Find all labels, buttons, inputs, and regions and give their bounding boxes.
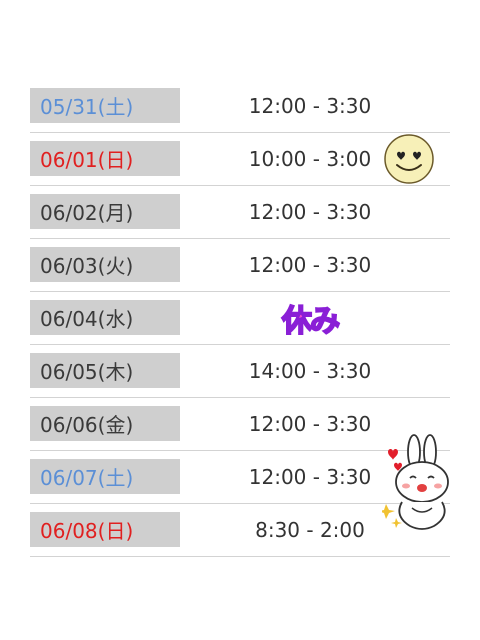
date-label: 06/05(木) <box>30 353 180 388</box>
time-range: 12:00 - 3:30 <box>248 412 372 436</box>
date-label: 06/03(火) <box>30 247 180 282</box>
date-label: 05/31(土) <box>30 88 180 123</box>
holiday-label: 休み <box>240 292 380 344</box>
schedule-row: 06/04(水) 休み <box>30 292 450 345</box>
date-label: 06/04(水) <box>30 300 180 335</box>
date-label: 06/02(月) <box>30 194 180 229</box>
schedule-list: 05/31(土) 12:00 - 3:30 06/01(日) 10:00 - 3… <box>30 80 450 557</box>
time-range: 12:00 - 3:30 <box>248 94 372 118</box>
schedule-row: 06/03(火) 12:00 - 3:30 <box>30 239 450 292</box>
heart-eyes-smiley-icon <box>384 134 434 184</box>
time-range: 8:30 - 2:00 <box>255 518 365 542</box>
date-label: 06/06(金) <box>30 406 180 441</box>
schedule-row: 06/02(月) 12:00 - 3:30 <box>30 186 450 239</box>
bunny-heart-sticker-icon <box>382 434 449 530</box>
holiday-text: 休み <box>281 303 341 340</box>
date-label: 06/08(日) <box>30 512 180 547</box>
time-range: 14:00 - 3:30 <box>248 359 372 383</box>
time-range: 12:00 - 3:30 <box>248 200 372 224</box>
date-label: 06/07(土) <box>30 459 180 494</box>
schedule-row: 05/31(土) 12:00 - 3:30 <box>30 80 450 133</box>
time-range: 12:00 - 3:30 <box>248 253 372 277</box>
time-range: 10:00 - 3:00 <box>248 147 372 171</box>
time-range: 12:00 - 3:30 <box>248 465 372 489</box>
schedule-row: 06/05(木) 14:00 - 3:30 <box>30 345 450 398</box>
date-label: 06/01(日) <box>30 141 180 176</box>
